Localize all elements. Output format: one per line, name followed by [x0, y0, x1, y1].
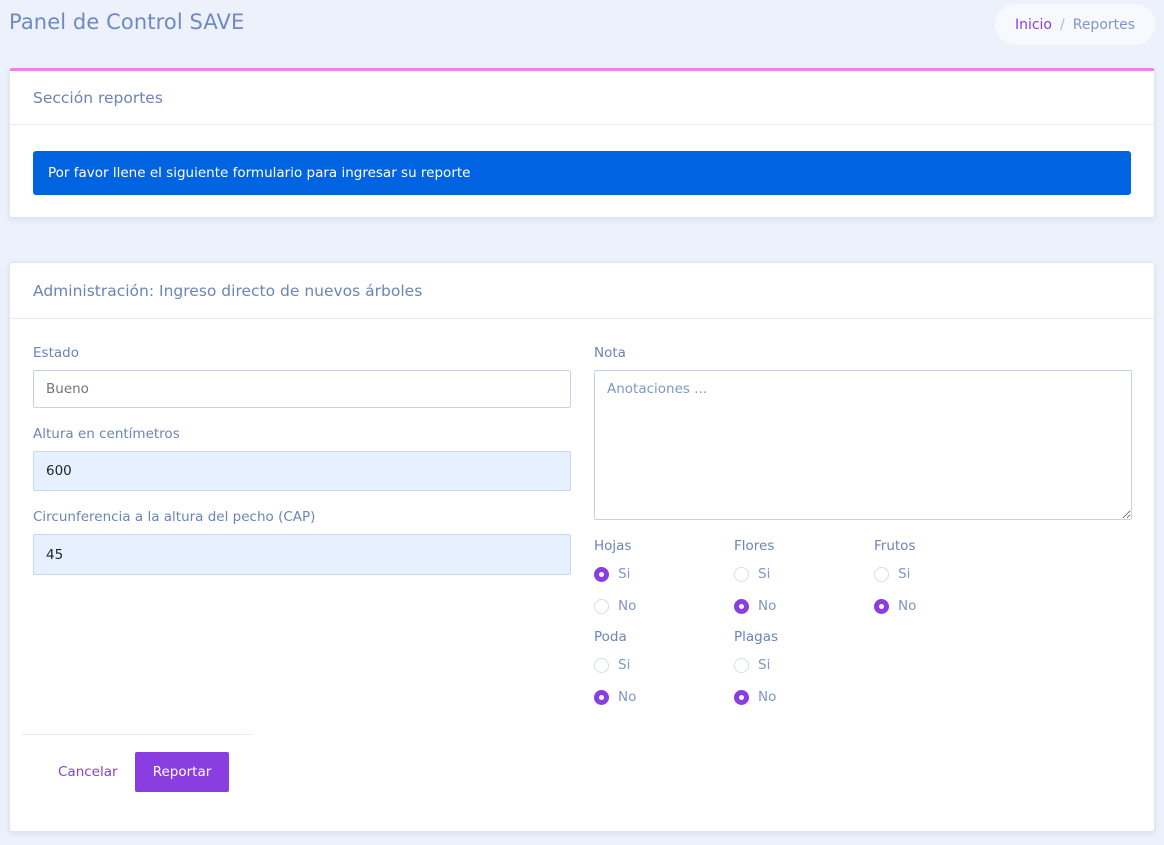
- frutos-si-radio[interactable]: [874, 566, 889, 582]
- nota-textarea[interactable]: [594, 370, 1132, 520]
- frutos-si-label: Si: [898, 566, 911, 582]
- report-button[interactable]: Reportar: [135, 752, 229, 792]
- form-card-title: Administración: Ingreso directo de nuevo…: [10, 263, 1154, 319]
- poda-si-label: Si: [618, 657, 631, 673]
- plagas-si-option[interactable]: Si: [734, 657, 770, 673]
- estado-label: Estado: [33, 345, 79, 361]
- poda-si-option[interactable]: Si: [594, 657, 630, 673]
- cancel-button[interactable]: Cancelar: [46, 752, 134, 792]
- plagas-label: Plagas: [734, 629, 779, 645]
- cap-label: Circunferencia a la altura del pecho (CA…: [33, 509, 316, 525]
- hojas-no-radio[interactable]: [594, 598, 609, 614]
- reports-section-card: Sección reportes Por favor llene el sigu…: [9, 68, 1155, 218]
- plagas-no-option[interactable]: No: [734, 689, 776, 705]
- hojas-no-option[interactable]: No: [594, 598, 636, 614]
- frutos-no-option[interactable]: No: [874, 598, 916, 614]
- breadcrumb-current: Reportes: [1072, 16, 1136, 33]
- cap-input[interactable]: [33, 534, 571, 575]
- breadcrumb: Inicio / Reportes: [995, 4, 1155, 45]
- poda-no-label: No: [618, 689, 637, 705]
- hojas-label: Hojas: [594, 538, 632, 554]
- poda-label: Poda: [594, 629, 627, 645]
- plagas-si-label: Si: [758, 657, 771, 673]
- new-tree-form-card: Administración: Ingreso directo de nuevo…: [9, 262, 1155, 832]
- frutos-no-label: No: [898, 598, 917, 614]
- flores-si-radio[interactable]: [734, 566, 749, 582]
- flores-no-radio[interactable]: [734, 598, 749, 614]
- hojas-si-label: Si: [618, 566, 631, 582]
- plagas-si-radio[interactable]: [734, 657, 749, 673]
- info-alert: Por favor llene el siguiente formulario …: [33, 151, 1131, 195]
- estado-input[interactable]: [33, 370, 571, 408]
- breadcrumb-home-link[interactable]: Inicio: [1015, 17, 1052, 33]
- page-title: Panel de Control SAVE: [9, 10, 245, 34]
- flores-si-label: Si: [758, 566, 771, 582]
- flores-si-option[interactable]: Si: [734, 566, 770, 582]
- frutos-label: Frutos: [874, 538, 916, 554]
- flores-label: Flores: [734, 538, 775, 554]
- hojas-no-label: No: [618, 598, 637, 614]
- plagas-no-label: No: [758, 689, 777, 705]
- altura-label: Altura en centímetros: [33, 426, 180, 442]
- reports-section-title: Sección reportes: [10, 71, 1154, 125]
- hojas-si-radio[interactable]: [594, 566, 609, 582]
- footer-divider: [22, 734, 253, 735]
- poda-no-option[interactable]: No: [594, 689, 636, 705]
- frutos-si-option[interactable]: Si: [874, 566, 910, 582]
- poda-no-radio[interactable]: [594, 689, 609, 705]
- flores-no-option[interactable]: No: [734, 598, 776, 614]
- nota-label: Nota: [594, 345, 626, 361]
- hojas-si-option[interactable]: Si: [594, 566, 630, 582]
- altura-input[interactable]: [33, 451, 571, 491]
- plagas-no-radio[interactable]: [734, 689, 749, 705]
- breadcrumb-separator: /: [1060, 16, 1065, 33]
- frutos-no-radio[interactable]: [874, 598, 889, 614]
- poda-si-radio[interactable]: [594, 657, 609, 673]
- flores-no-label: No: [758, 598, 777, 614]
